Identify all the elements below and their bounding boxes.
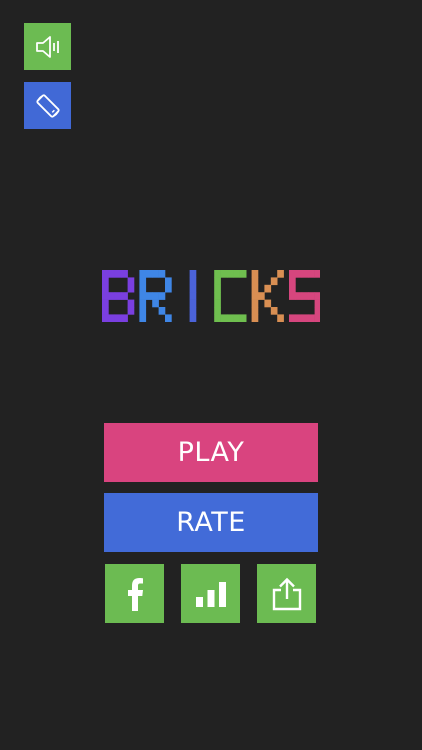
title-letter-b: B [102,270,135,322]
share-button[interactable] [257,564,316,623]
share-icon [271,577,303,611]
title-letter-k: K [251,270,284,322]
leaderboard-icon [195,580,227,608]
title-letter-c: C [214,270,247,322]
game-title: BRICKS [0,264,422,328]
rotate-screen-button[interactable] [24,82,71,129]
sound-toggle-button[interactable] [24,23,71,70]
title-letter-s: S [289,270,320,322]
facebook-button[interactable] [105,564,164,623]
play-button[interactable]: PLAY [104,423,318,482]
leaderboard-button[interactable] [181,564,240,623]
rotate-phone-icon [33,91,63,121]
title-letter-r: R [139,270,172,322]
rate-button[interactable]: RATE [104,493,318,552]
title-letter-i: I [189,270,197,322]
play-button-label: PLAY [177,437,245,468]
facebook-icon [123,577,147,611]
rate-button-label: RATE [176,507,246,538]
game-main-menu: BRICKS PLAY RATE [0,0,422,750]
speaker-icon [34,33,62,61]
